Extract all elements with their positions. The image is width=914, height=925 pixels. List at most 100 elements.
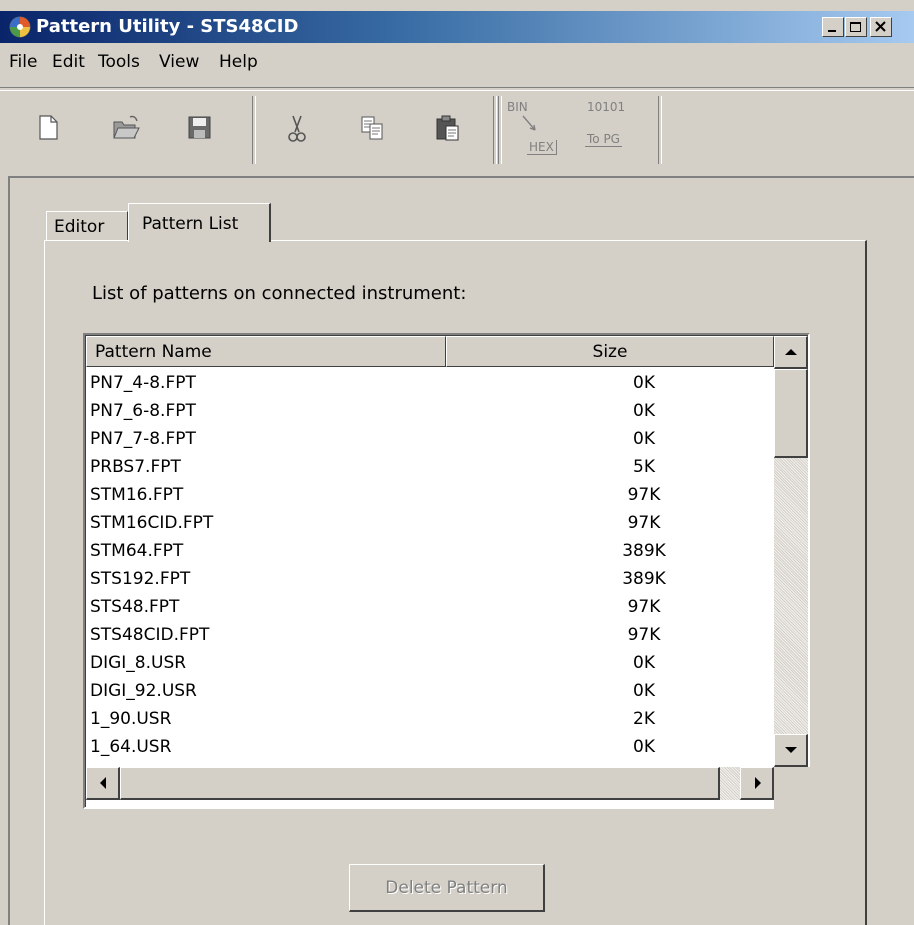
pattern-size-cell: 0K bbox=[633, 681, 655, 701]
copy-icon bbox=[361, 116, 383, 140]
pattern-name-cell: 1_64.USR bbox=[90, 737, 172, 757]
scroll-left-button[interactable] bbox=[86, 767, 120, 800]
pattern-size-cell: 389K bbox=[622, 569, 666, 589]
list-header: Pattern Name Size bbox=[86, 336, 774, 367]
pattern-name-cell: DIGI_92.USR bbox=[90, 681, 197, 701]
scroll-down-button[interactable] bbox=[774, 734, 808, 767]
list-item[interactable]: STS48.FPT 97K bbox=[86, 593, 774, 621]
pattern-name-cell: STS48.FPT bbox=[90, 597, 180, 617]
horizontal-scrollbar[interactable] bbox=[86, 767, 774, 800]
list-item[interactable]: STM16CID.FPT 97K bbox=[86, 509, 774, 537]
pattern-name-cell: STM16CID.FPT bbox=[90, 513, 214, 533]
list-item[interactable]: DIGI_92.USR 0K bbox=[86, 677, 774, 705]
close-icon bbox=[875, 21, 886, 32]
pattern-utility-window: Pattern Utility - STS48CID File Edit Too… bbox=[0, 0, 914, 925]
vertical-scrollbar[interactable] bbox=[774, 336, 808, 767]
pattern-list-view[interactable]: Pattern Name Size PN7_4-8.FPT 0K PN7_6-8.F… bbox=[83, 333, 811, 810]
list-item[interactable]: PRBS7.FPT 5K bbox=[86, 453, 774, 481]
paste-button[interactable] bbox=[418, 90, 478, 170]
pattern-size-cell: 0K bbox=[633, 429, 655, 449]
pattern-name-cell: STM64.FPT bbox=[90, 541, 184, 561]
pattern-name-cell: PN7_6-8.FPT bbox=[90, 401, 196, 421]
tab-pattern-list-label: Pattern List bbox=[142, 214, 239, 234]
tab-editor[interactable]: Editor bbox=[46, 211, 128, 241]
pattern-size-cell: 0K bbox=[633, 653, 655, 673]
scroll-up-button[interactable] bbox=[774, 336, 808, 369]
bits-label: 10101 bbox=[587, 100, 626, 114]
arrow-right-icon bbox=[755, 777, 761, 789]
copy-button[interactable] bbox=[343, 90, 403, 170]
list-item[interactable]: STS48CID.FPT 97K bbox=[86, 621, 774, 649]
pattern-size-cell: 97K bbox=[627, 513, 661, 533]
save-icon bbox=[188, 116, 211, 139]
save-button[interactable] bbox=[170, 90, 230, 170]
list-item[interactable]: PN7_7-8.FPT 0K bbox=[86, 425, 774, 453]
minimize-button[interactable] bbox=[822, 17, 844, 37]
column-header-size[interactable]: Size bbox=[446, 336, 774, 367]
maximize-button[interactable] bbox=[845, 17, 867, 37]
arrow-down-icon bbox=[785, 747, 797, 753]
list-item[interactable]: PN7_6-8.FPT 0K bbox=[86, 397, 774, 425]
tab-pattern-list[interactable]: Pattern List bbox=[128, 203, 271, 242]
bin-to-hex-button[interactable]: BIN HEX bbox=[505, 96, 569, 168]
list-item[interactable]: STS192.FPT 389K bbox=[86, 565, 774, 593]
scroll-right-button[interactable] bbox=[740, 767, 774, 800]
pattern-size-cell: 97K bbox=[627, 625, 661, 645]
menu-view[interactable]: View bbox=[159, 52, 199, 72]
open-icon bbox=[113, 115, 140, 139]
open-button[interactable] bbox=[95, 90, 155, 170]
bin-label: BIN bbox=[507, 100, 528, 114]
app-icon bbox=[9, 16, 31, 38]
cut-icon bbox=[288, 115, 306, 142]
list-item[interactable]: STM16.FPT 97K bbox=[86, 481, 774, 509]
pattern-size-cell: 2K bbox=[633, 709, 655, 729]
list-item[interactable]: 1_64.USR 0K bbox=[86, 733, 774, 761]
toolbar-divider bbox=[252, 96, 256, 164]
list-item[interactable]: STM64.FPT 389K bbox=[86, 537, 774, 565]
horizontal-scroll-thumb[interactable] bbox=[120, 767, 720, 800]
list-rows: PN7_4-8.FPT 0K PN7_6-8.FPT 0K PN7_7-8.FPT 0K P… bbox=[86, 369, 774, 761]
new-button[interactable] bbox=[20, 90, 80, 170]
pattern-name-cell: STM16.FPT bbox=[90, 485, 184, 505]
menu-edit[interactable]: Edit bbox=[52, 52, 85, 72]
to-pg-label: To PG bbox=[585, 132, 622, 147]
list-item[interactable]: DIGI_8.USR 0K bbox=[86, 649, 774, 677]
pattern-size-cell: 389K bbox=[622, 541, 666, 561]
list-item[interactable]: 1_90.USR 2K bbox=[86, 705, 774, 733]
minimize-icon bbox=[828, 30, 836, 32]
toolbar-divider bbox=[498, 96, 502, 164]
pattern-name-cell: DIGI_8.USR bbox=[90, 653, 187, 673]
tab-editor-label: Editor bbox=[54, 217, 105, 237]
bin-hex-arrow-icon bbox=[522, 115, 536, 131]
menu-file[interactable]: File bbox=[9, 52, 37, 72]
pattern-name-cell: PN7_4-8.FPT bbox=[90, 373, 196, 393]
title-bar[interactable]: Pattern Utility - STS48CID bbox=[0, 11, 914, 43]
list-item[interactable]: PN7_4-8.FPT 0K bbox=[86, 369, 774, 397]
menu-tools[interactable]: Tools bbox=[98, 52, 140, 72]
pattern-size-cell: 0K bbox=[633, 737, 655, 757]
pattern-name-cell: PN7_7-8.FPT bbox=[90, 429, 196, 449]
pattern-name-cell: STS48CID.FPT bbox=[90, 625, 210, 645]
pattern-size-cell: 0K bbox=[633, 401, 655, 421]
cut-button[interactable] bbox=[268, 90, 328, 170]
new-icon bbox=[39, 115, 58, 140]
toolbar-divider bbox=[658, 96, 662, 164]
pattern-size-cell: 5K bbox=[633, 457, 655, 477]
pattern-size-cell: 97K bbox=[627, 485, 661, 505]
arrow-up-icon bbox=[785, 349, 797, 355]
menu-help[interactable]: Help bbox=[219, 52, 258, 72]
close-button[interactable] bbox=[870, 17, 892, 37]
column-header-pattern-name[interactable]: Pattern Name bbox=[86, 336, 446, 367]
pattern-name-cell: 1_90.USR bbox=[90, 709, 172, 729]
pattern-name-cell: PRBS7.FPT bbox=[90, 457, 181, 477]
window-title: Pattern Utility - STS48CID bbox=[36, 16, 299, 37]
scroll-thumb[interactable] bbox=[774, 369, 808, 458]
delete-pattern-button[interactable]: Delete Pattern bbox=[349, 864, 545, 912]
list-frame: Pattern Name Size PN7_4-8.FPT 0K PN7_6-8.F… bbox=[85, 335, 811, 810]
to-pg-button[interactable]: 10101 To PG bbox=[573, 96, 639, 168]
pattern-size-cell: 97K bbox=[627, 597, 661, 617]
pattern-size-cell: 0K bbox=[633, 373, 655, 393]
toolbar: BIN HEX 10101 To PG bbox=[0, 90, 914, 170]
maximize-icon bbox=[850, 22, 861, 32]
arrow-left-icon bbox=[100, 777, 106, 789]
